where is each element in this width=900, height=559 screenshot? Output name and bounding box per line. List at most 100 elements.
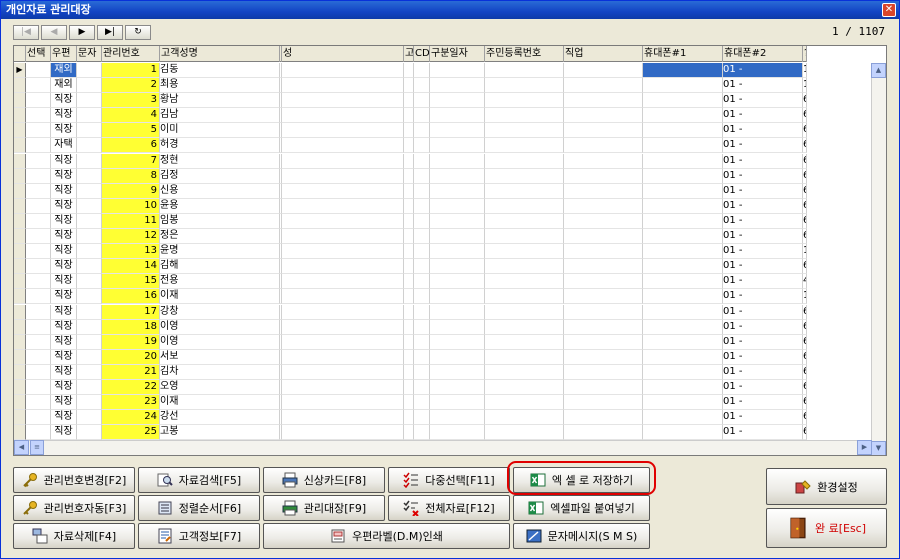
cell-typ[interactable]: 직장 [51,93,77,109]
next-record-button[interactable]: ▶ [69,25,95,40]
cell-jumin[interactable] [485,198,564,214]
cell-typ[interactable]: 직장 [51,410,77,426]
cell-ph2[interactable]: 01 - [723,63,803,78]
vertical-scrollbar[interactable]: ▲ ▼ [871,63,886,455]
table-row[interactable]: 직장 21김차 01 -6 [14,364,807,380]
cell-date[interactable] [430,379,485,395]
cell-ph2[interactable]: 01 - [723,304,803,320]
cell-job[interactable] [564,183,643,199]
cell-sel[interactable] [26,198,51,214]
cell-job[interactable] [564,425,643,441]
column-header[interactable]: 구분일자 [430,46,485,62]
cell-s[interactable] [282,183,404,199]
cell-job[interactable] [564,274,643,290]
cell-x[interactable]: 6 [803,364,807,380]
cell-s[interactable] [282,425,404,441]
cell-sel[interactable] [26,425,51,441]
cell-cls[interactable] [404,334,414,350]
cell-ph1[interactable] [643,168,723,184]
cell-typ[interactable]: 직장 [51,244,77,260]
cell-date[interactable] [430,244,485,260]
cell-x[interactable]: 6 [803,319,807,335]
cell-date[interactable] [430,259,485,275]
cell-sel[interactable] [26,334,51,350]
cell-s[interactable] [282,319,404,335]
horizontal-scrollbar[interactable]: ◀ ≡ ▶ [14,440,872,455]
cell-typ[interactable]: 직장 [51,108,77,124]
table-row[interactable]: 직장 14김해 01 -6 [14,259,807,275]
cell-s[interactable] [282,123,404,139]
cell-ind[interactable] [14,410,26,426]
cell-x[interactable]: 6 [803,153,807,169]
cell-s[interactable] [282,198,404,214]
cell-date[interactable] [430,289,485,305]
cell-sel[interactable] [26,319,51,335]
cell-typ[interactable]: 재외 [51,78,77,94]
cell-msg[interactable] [77,63,102,78]
cell-cls[interactable] [404,168,414,184]
cell-job[interactable] [564,349,643,365]
cell-ph1[interactable] [643,153,723,169]
cell-cls[interactable] [404,93,414,109]
cell-ind[interactable] [14,229,26,245]
table-row[interactable]: 자택6허경01 -6 [14,138,807,154]
cell-cd[interactable] [414,259,430,275]
cell-typ[interactable]: 직장 [51,379,77,395]
table-row[interactable]: 직장 3황남 01 -6 [14,93,807,109]
cell-cls[interactable] [404,244,414,260]
cell-date[interactable] [430,319,485,335]
table-row[interactable]: 직장 8김정 01 -6 [14,168,807,184]
done-button[interactable]: 완 료[Esc] [766,508,887,548]
cell-msg[interactable] [77,425,102,441]
cell-jumin[interactable] [485,259,564,275]
cell-ph2[interactable]: 01 - [723,410,803,426]
cell-jumin[interactable] [485,289,564,305]
cell-job[interactable] [564,379,643,395]
cell-cd[interactable] [414,349,430,365]
cell-jumin[interactable] [485,63,564,78]
cell-ind[interactable] [14,364,26,380]
cell-ph1[interactable] [643,349,723,365]
cell-jumin[interactable] [485,274,564,290]
scroll-right-icon[interactable]: ▶ [857,440,872,455]
cell-date[interactable] [430,198,485,214]
cell-typ[interactable]: 직장 [51,425,77,441]
cell-msg[interactable] [77,334,102,350]
cell-msg[interactable] [77,138,102,154]
cell-num[interactable]: 24 [102,410,160,426]
cell-name[interactable]: 김차 [160,364,280,380]
cell-cd[interactable] [414,213,430,229]
cell-num[interactable]: 20 [102,349,160,365]
table-row[interactable]: 직장 4김남 01 -6 [14,108,807,124]
cell-date[interactable] [430,183,485,199]
cell-ph1[interactable] [643,289,723,305]
cell-typ[interactable]: 직장 [51,364,77,380]
cell-msg[interactable] [77,123,102,139]
cell-ph1[interactable] [643,123,723,139]
column-header[interactable]: 주민등록번호 [485,46,564,62]
sms-button[interactable]: 문자메시지(S M S) [513,523,650,549]
scroll-thumb[interactable]: ≡ [30,440,44,455]
cell-x[interactable]: 6 [803,379,807,395]
cell-msg[interactable] [77,349,102,365]
table-row[interactable]: 직장 16이재 01 -1 [14,289,807,305]
cell-cls[interactable] [404,229,414,245]
cell-s[interactable] [282,334,404,350]
cell-s[interactable] [282,410,404,426]
cell-date[interactable] [430,334,485,350]
cell-s[interactable] [282,364,404,380]
cell-cls[interactable] [404,425,414,441]
table-row[interactable]: 직장 18이영 01 -6 [14,319,807,335]
cell-sel[interactable] [26,93,51,109]
cell-typ[interactable]: 직장 [51,168,77,184]
cell-ind[interactable] [14,349,26,365]
cell-cls[interactable] [404,138,414,154]
table-row[interactable]: ▶재외1김동01 -1 [14,63,807,78]
cell-num[interactable]: 6 [102,138,160,154]
table-row[interactable]: 직장 19이영 01 -6 [14,334,807,350]
cell-job[interactable] [564,229,643,245]
cell-date[interactable] [430,78,485,94]
cell-job[interactable] [564,93,643,109]
cell-x[interactable]: 6 [803,304,807,320]
cell-job[interactable] [564,168,643,184]
